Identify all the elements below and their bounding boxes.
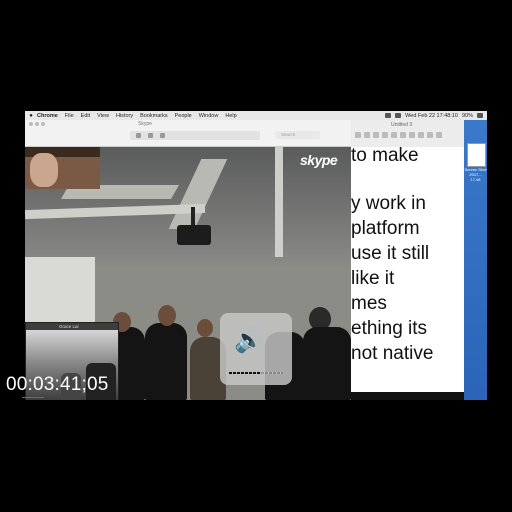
document-line: y work in xyxy=(351,193,426,214)
volume-level-ticks xyxy=(229,372,283,374)
projector xyxy=(177,207,211,245)
desktop-file-label[interactable]: Screen Shot 2017... 17.48 xyxy=(464,167,487,182)
document-line: use it still xyxy=(351,243,430,264)
document-line: to make xyxy=(351,147,419,166)
menu-bookmarks[interactable]: Bookmarks xyxy=(140,113,168,119)
format-icon[interactable] xyxy=(355,132,361,138)
battery-percent[interactable]: 90% xyxy=(462,113,473,119)
apple-icon[interactable]: ● xyxy=(25,113,37,119)
audience-head xyxy=(197,319,213,337)
format-icon[interactable] xyxy=(427,132,433,138)
timecode: 00:03:41;05 xyxy=(6,374,109,395)
video-feed[interactable]: skype Grace Lai 🔊 xyxy=(25,147,351,400)
ceiling-duct xyxy=(275,147,283,257)
skype-titlebar: Skype Search xyxy=(25,120,355,147)
menu-window[interactable]: Window xyxy=(199,113,219,119)
mac-menubar: ● Chrome File Edit View History Bookmark… xyxy=(25,111,487,120)
search-icon[interactable] xyxy=(477,113,483,118)
self-view-video[interactable] xyxy=(25,147,100,189)
format-icon[interactable] xyxy=(382,132,388,138)
volume-overlay: 🔊 xyxy=(220,313,292,385)
call-button-icon[interactable] xyxy=(136,133,141,138)
document-line: mes xyxy=(351,293,387,314)
menu-file[interactable]: File xyxy=(65,113,74,119)
format-icon[interactable] xyxy=(391,132,397,138)
clock[interactable]: Wed Feb 22 17:48:10 xyxy=(405,113,458,119)
audience-person xyxy=(145,323,187,400)
screen-recording: ● Chrome File Edit View History Bookmark… xyxy=(25,111,487,400)
format-icon[interactable] xyxy=(418,132,424,138)
document-titlebar: Untitled 3 xyxy=(351,120,464,148)
bluetooth-icon[interactable] xyxy=(395,113,402,118)
wifi-icon[interactable] xyxy=(385,113,392,118)
format-icon[interactable] xyxy=(364,132,370,138)
document-toolbar xyxy=(355,132,455,140)
menu-edit[interactable]: Edit xyxy=(81,113,90,119)
menu-people[interactable]: People xyxy=(175,113,192,119)
document-line: like it xyxy=(351,268,395,289)
window-title: Skype xyxy=(138,121,152,127)
menu-view[interactable]: View xyxy=(97,113,109,119)
status-area: Wed Feb 22 17:48:10 90% xyxy=(385,111,483,120)
document-line: platform xyxy=(351,218,420,239)
format-icon[interactable] xyxy=(373,132,379,138)
call-toolbar xyxy=(130,131,260,140)
playhead-bar xyxy=(22,397,44,398)
speaker-volume-icon: 🔊 xyxy=(234,327,264,354)
document-line: not native xyxy=(351,343,434,364)
audience-person xyxy=(303,327,351,400)
format-icon[interactable] xyxy=(409,132,415,138)
format-icon[interactable] xyxy=(436,132,442,138)
menu-help[interactable]: Help xyxy=(225,113,236,119)
document-line: ething its xyxy=(351,318,428,339)
add-person-icon[interactable] xyxy=(160,133,165,138)
menu-chrome[interactable]: Chrome xyxy=(37,113,58,119)
menu-history[interactable]: History xyxy=(116,113,133,119)
search-input[interactable]: Search xyxy=(275,131,320,139)
audience-head xyxy=(158,305,176,326)
skype-logo: skype xyxy=(300,152,338,168)
format-icon[interactable] xyxy=(400,132,406,138)
document-title: Untitled 3 xyxy=(391,122,413,128)
participant-name: Grace Lai xyxy=(59,324,79,329)
self-view-face xyxy=(30,153,58,187)
document-body[interactable]: to make y work in platform use it still … xyxy=(351,147,464,392)
volume-level-bar xyxy=(229,372,283,374)
screenshot-file-icon[interactable] xyxy=(467,143,486,167)
video-button-icon[interactable] xyxy=(148,133,153,138)
